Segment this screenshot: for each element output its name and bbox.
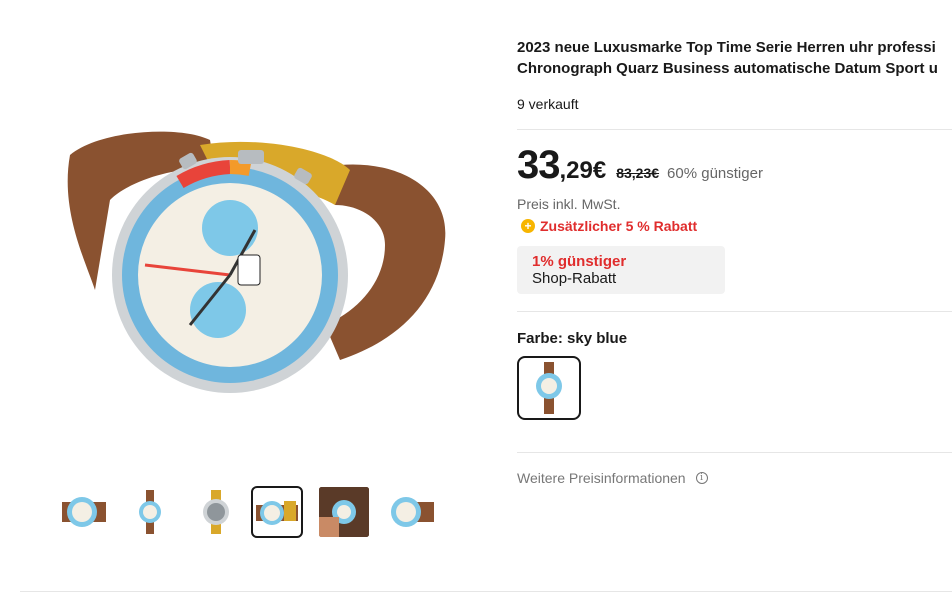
extra-discount-label: Zusätzlicher 5 % Rabatt xyxy=(540,218,698,234)
thumbnail-2[interactable] xyxy=(124,486,176,538)
divider xyxy=(517,452,952,453)
divider xyxy=(517,129,952,130)
price-row: 33 ,29€ 83,23€ 60% günstiger xyxy=(517,143,763,188)
price-main: 33 xyxy=(517,143,560,187)
extra-discount[interactable]: + Zusätzlicher 5 % Rabatt xyxy=(521,218,697,234)
original-price: 83,23€ xyxy=(616,165,660,181)
more-price-info-link[interactable]: Weitere Preisinformationen i xyxy=(517,470,708,486)
product-title-line-1: 2023 neue Luxusmarke Top Time Serie Herr… xyxy=(517,39,936,56)
product-title-line-2: Chronograph Quarz Business automatische … xyxy=(517,60,938,77)
thumbnail-6[interactable] xyxy=(384,486,436,538)
shop-discount-label: Shop-Rabatt xyxy=(532,270,617,287)
info-icon[interactable]: i xyxy=(695,472,708,484)
thumbnail-4[interactable] xyxy=(251,486,303,538)
thumbnail-5[interactable] xyxy=(318,486,370,538)
color-label: Farbe: sky blue xyxy=(517,330,628,347)
bottom-divider xyxy=(20,591,952,592)
price-cents: ,29€ xyxy=(559,157,607,184)
divider xyxy=(517,311,952,312)
thumbnail-3[interactable] xyxy=(190,486,242,538)
coin-icon: + xyxy=(521,219,535,233)
product-title: 2023 neue Luxusmarke Top Time Serie Herr… xyxy=(517,37,952,79)
main-product-image[interactable] xyxy=(40,110,460,410)
sold-count: 9 verkauft xyxy=(517,96,579,112)
discount-percent: 60% günstiger xyxy=(667,165,763,182)
thumbnail-1[interactable] xyxy=(58,486,110,538)
shop-discount-percent: 1% günstiger xyxy=(532,253,627,270)
color-swatch-sky-blue[interactable] xyxy=(517,356,581,420)
vat-note: Preis inkl. MwSt. xyxy=(517,196,621,212)
shop-discount-box[interactable]: 1% günstiger Shop-Rabatt xyxy=(517,246,725,294)
more-price-info-label: Weitere Preisinformationen xyxy=(517,470,686,486)
